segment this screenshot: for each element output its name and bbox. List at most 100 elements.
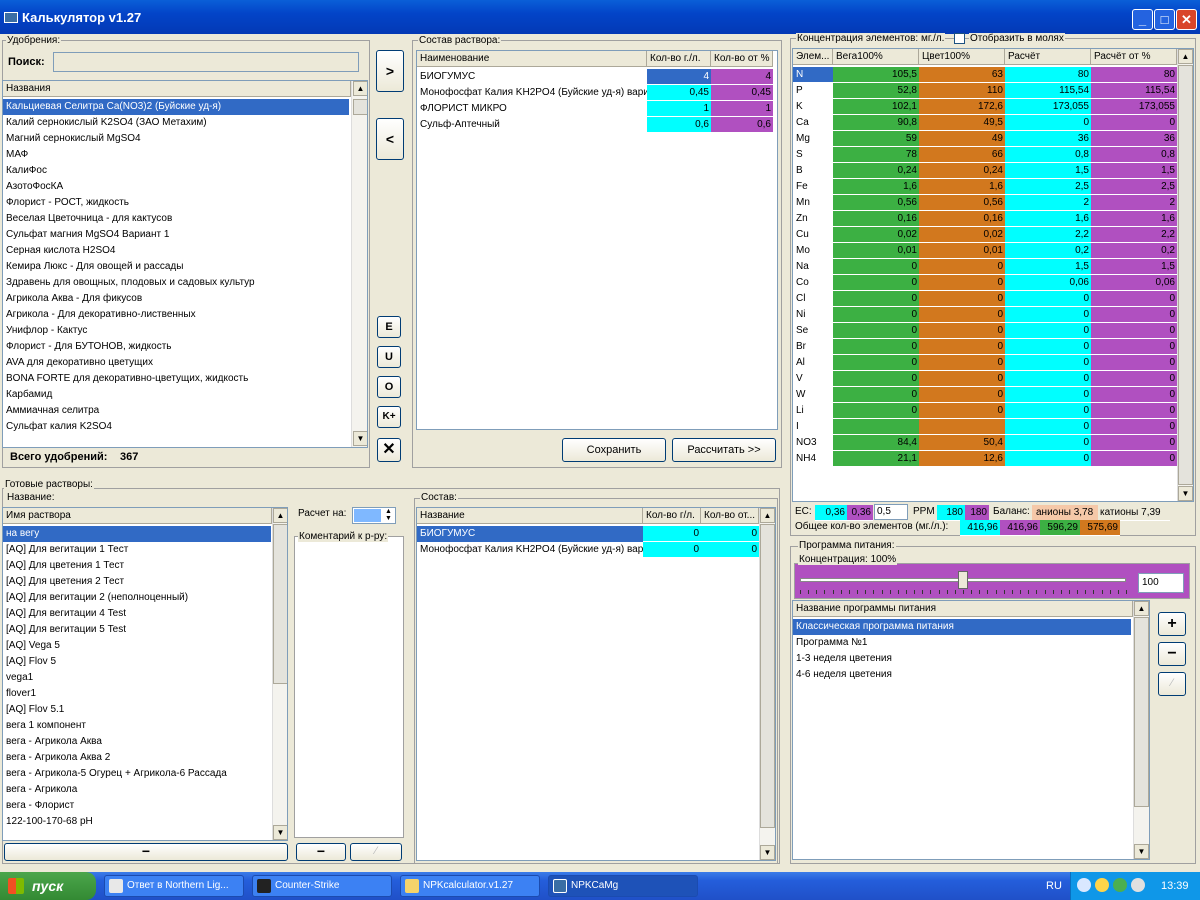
remove-solution-button[interactable]: −	[4, 843, 288, 861]
element-value[interactable]: 0	[919, 339, 1005, 355]
element-name[interactable]: Al	[793, 355, 833, 371]
ready-scrollbar[interactable]: ▲ ▼	[272, 508, 287, 840]
fertilizer-item[interactable]: Агрикола Аква - Для фикусов	[3, 291, 349, 307]
scroll-down-icon[interactable]: ▼	[353, 431, 367, 446]
task-counter-strike[interactable]: Counter-Strike	[252, 875, 392, 897]
program-item[interactable]: Программа №1	[793, 635, 1131, 651]
element-value[interactable]: 2,2	[1005, 227, 1091, 243]
fertilizer-item[interactable]: Сульфат калия K2SO4	[3, 419, 349, 435]
ready-composition-row-percent[interactable]: 0	[701, 542, 759, 558]
fertilizers-list[interactable]: Названия ▲ ▼ Кальциевая Селитра Ca(NO3)2…	[2, 80, 368, 448]
element-name[interactable]: Ni	[793, 307, 833, 323]
element-value[interactable]: 0	[833, 291, 919, 307]
scroll-thumb[interactable]	[273, 524, 287, 684]
element-name[interactable]: Li	[793, 403, 833, 419]
remove-comment-button[interactable]: −	[296, 843, 346, 861]
element-value[interactable]: 0	[1091, 291, 1177, 307]
ready-composition-row-name[interactable]: Монофосфат Калия KH2PO4 (Буйские уд-я) в…	[417, 542, 643, 558]
ready-composition-row-percent[interactable]: 0	[701, 526, 759, 542]
tray-icon[interactable]	[1095, 878, 1109, 892]
remove-program-button[interactable]: −	[1158, 642, 1186, 666]
element-value[interactable]: 105,5	[833, 67, 919, 83]
ready-composition-row-grams[interactable]: 0	[643, 542, 701, 558]
element-value[interactable]: 102,1	[833, 99, 919, 115]
tray-icon[interactable]	[1077, 878, 1091, 892]
fertilizer-item[interactable]: Калий сернокислый K2SO4 (ЗАО Метахим)	[3, 115, 349, 131]
fertilizer-item[interactable]: Флорист - Для БУТОНОВ, жидкость	[3, 339, 349, 355]
ready-solution-item[interactable]: [AQ] Vega 5	[3, 638, 271, 654]
element-value[interactable]: 1,5	[1005, 259, 1091, 275]
scroll-down-icon[interactable]: ▼	[273, 825, 287, 840]
element-value[interactable]: 0	[833, 323, 919, 339]
element-value[interactable]: 0	[1005, 291, 1091, 307]
composition-row-grams[interactable]: 4	[647, 69, 711, 85]
element-value[interactable]: 0,01	[919, 243, 1005, 259]
element-value[interactable]: 0	[1005, 371, 1091, 387]
fertilizer-item[interactable]: Агрикола - Для декоративно-лиственных	[3, 307, 349, 323]
composition-row-percent[interactable]: 0,6	[711, 117, 773, 133]
element-value[interactable]: 12,6	[919, 451, 1005, 467]
element-name[interactable]: Fe	[793, 179, 833, 195]
element-value[interactable]: 0	[1091, 387, 1177, 403]
element-value[interactable]: 0	[919, 275, 1005, 291]
ready-solution-item[interactable]: vega1	[3, 670, 271, 686]
ready-solution-item[interactable]: [AQ] Flov 5	[3, 654, 271, 670]
element-value[interactable]: 0	[1091, 435, 1177, 451]
element-value[interactable]: 172,6	[919, 99, 1005, 115]
ready-solution-item[interactable]: на вегу	[3, 526, 271, 542]
element-value[interactable]: 0	[919, 259, 1005, 275]
scroll-up-icon[interactable]: ▲	[760, 508, 775, 523]
delete-button[interactable]: ✕	[377, 438, 401, 462]
scroll-down-icon[interactable]: ▼	[1178, 486, 1193, 501]
ready-composition-row-grams[interactable]: 0	[643, 526, 701, 542]
concentration-column-header[interactable]: Вега100%	[833, 49, 919, 65]
element-value[interactable]: 0	[1005, 403, 1091, 419]
element-value[interactable]: 0	[833, 339, 919, 355]
scroll-up-icon[interactable]: ▲	[1178, 49, 1193, 64]
concentration-column-header[interactable]: Расчёт	[1005, 49, 1091, 65]
tray-icon[interactable]	[1131, 878, 1145, 892]
element-value[interactable]: 0	[833, 275, 919, 291]
element-value[interactable]: 0	[1091, 307, 1177, 323]
element-name[interactable]: V	[793, 371, 833, 387]
element-name[interactable]: K	[793, 99, 833, 115]
element-name[interactable]: Mo	[793, 243, 833, 259]
element-value[interactable]: 2	[1091, 195, 1177, 211]
start-button[interactable]: пуск	[0, 872, 96, 900]
task-npkcamg[interactable]: NPKCaMg	[548, 875, 698, 897]
element-name[interactable]: Br	[793, 339, 833, 355]
element-value[interactable]: 0	[919, 291, 1005, 307]
element-name[interactable]: Mg	[793, 131, 833, 147]
fertilizer-item[interactable]: Карбамид	[3, 387, 349, 403]
element-value[interactable]: 0,8	[1091, 147, 1177, 163]
element-value[interactable]: 0	[1091, 323, 1177, 339]
program-column-header[interactable]: Название программы питания	[793, 601, 1133, 617]
ready-solution-item[interactable]: [AQ] Flov 5.1	[3, 702, 271, 718]
composition-table[interactable]: Наименование Кол-во г./л. Кол-во от % БИОГУ…	[416, 50, 778, 430]
o-button[interactable]: O	[377, 376, 401, 398]
element-value[interactable]: 0	[833, 371, 919, 387]
element-value[interactable]	[919, 419, 1005, 435]
element-name[interactable]: W	[793, 387, 833, 403]
concentration-value-field[interactable]: 100	[1138, 573, 1184, 593]
program-item[interactable]: 4-6 неделя цветения	[793, 667, 1131, 683]
comment-box[interactable]	[294, 536, 404, 838]
element-value[interactable]: 0,56	[833, 195, 919, 211]
element-value[interactable]: 0	[1005, 339, 1091, 355]
fertilizer-item[interactable]: Здравень для овощных, плодовых и садовых…	[3, 275, 349, 291]
element-value[interactable]: 0,56	[919, 195, 1005, 211]
element-name[interactable]: B	[793, 163, 833, 179]
task-browser[interactable]: Ответ в Northern Lig...	[104, 875, 244, 897]
element-value[interactable]: 0	[1005, 435, 1091, 451]
spinner-arrows-icon[interactable]: ▲ ▼	[382, 508, 395, 523]
scroll-down-icon[interactable]: ▼	[1134, 844, 1149, 859]
add-program-button[interactable]: +	[1158, 612, 1186, 636]
element-value[interactable]: 36	[1005, 131, 1091, 147]
scroll-up-icon[interactable]: ▲	[273, 508, 287, 523]
ready-solution-item[interactable]: [AQ] Для вегитации 4 Test	[3, 606, 271, 622]
ready-composition-column-header[interactable]: Кол-во г/л.	[643, 508, 701, 524]
element-value[interactable]: 173,055	[1005, 99, 1091, 115]
element-value[interactable]: 1,6	[1091, 211, 1177, 227]
add-fertilizer-button[interactable]: >	[376, 50, 404, 92]
ready-solution-item[interactable]: [AQ] Для вегитации 5 Test	[3, 622, 271, 638]
